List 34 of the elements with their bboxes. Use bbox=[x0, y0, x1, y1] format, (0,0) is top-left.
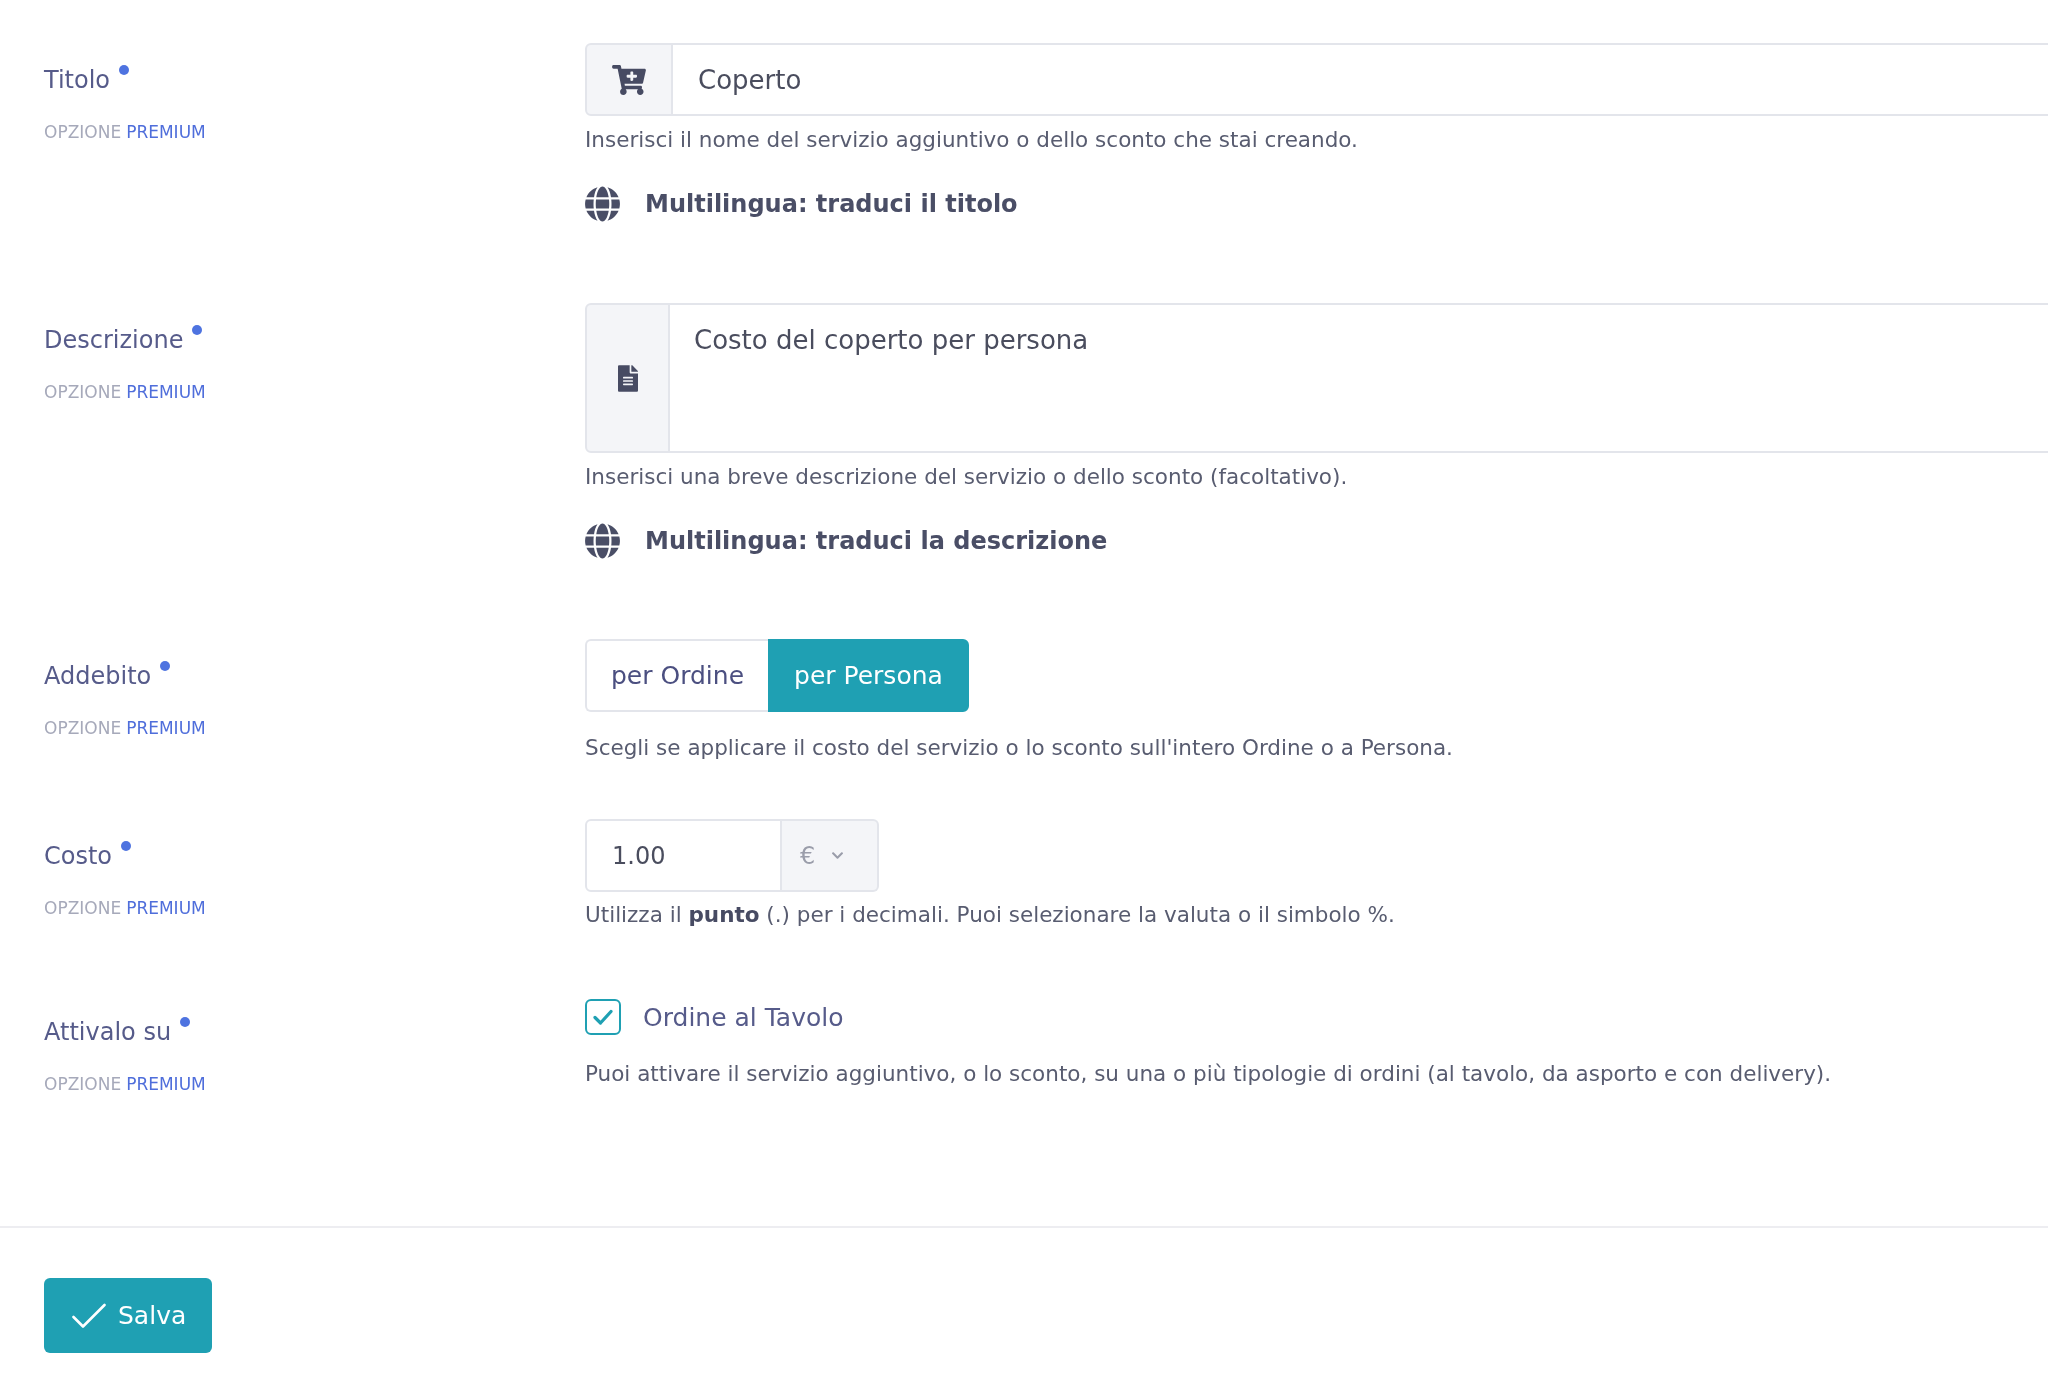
premium-label: PREMIUM bbox=[126, 1073, 206, 1096]
help-text: Inserisci una breve descrizione del servizio o dello sconto (facoltativo). bbox=[585, 463, 1348, 491]
translate-link[interactable]: Multilingua: traduci la descrizione bbox=[585, 523, 1108, 559]
field-label: Attivalo su bbox=[44, 1017, 172, 1048]
translate-link[interactable]: Multilingua: traduci il titolo bbox=[585, 186, 1018, 222]
premium-label: PREMIUM bbox=[126, 717, 206, 740]
option-label: OPZIONE bbox=[44, 381, 122, 404]
cart-plus-icon bbox=[612, 64, 646, 95]
globe-icon bbox=[585, 186, 620, 222]
premium-label: PREMIUM bbox=[126, 897, 206, 920]
checkbox[interactable] bbox=[585, 999, 621, 1035]
field-label: Addebito bbox=[44, 661, 152, 692]
document-icon bbox=[617, 364, 638, 392]
field-label: Costo bbox=[44, 841, 113, 872]
globe-icon bbox=[585, 523, 620, 559]
help-text: Scegli se applicare il costo del servizio o lo sconto sull'intero Ordine o a Persona. bbox=[585, 734, 1453, 762]
option-label: OPZIONE bbox=[44, 897, 122, 920]
premium-label: PREMIUM bbox=[126, 381, 206, 404]
field-label: Titolo bbox=[44, 65, 111, 96]
description-textarea[interactable]: Costo del coperto per persona bbox=[670, 303, 2048, 453]
premium-label: PREMIUM bbox=[126, 121, 206, 144]
option-label: OPZIONE bbox=[44, 717, 122, 740]
option-label: OPZIONE bbox=[44, 1073, 122, 1096]
text-input[interactable]: Coperto bbox=[673, 43, 2048, 116]
check-icon bbox=[72, 1302, 106, 1329]
field-label: Descrizione bbox=[44, 325, 184, 356]
help-text: Puoi attivare il servizio aggiuntivo, o lo sconto, su una o più tipologie di ordini (al tavolo, da asporto e con delivery). bbox=[585, 1060, 1832, 1088]
chevron-down-icon bbox=[831, 849, 845, 862]
checkbox-label: Ordine al Tavolo bbox=[643, 1002, 844, 1032]
amount-input[interactable]: 1.00 bbox=[585, 819, 782, 892]
option-label: OPZIONE bbox=[44, 121, 122, 144]
toggle-button[interactable]: per Ordine bbox=[585, 639, 769, 712]
help-text: Utilizza il punto (.) per i decimali. Puoi selezionare la valuta o il simbolo %. bbox=[585, 901, 1395, 929]
help-text: Inserisci il nome del servizio aggiuntivo o dello sconto che stai creando. bbox=[585, 126, 1358, 154]
